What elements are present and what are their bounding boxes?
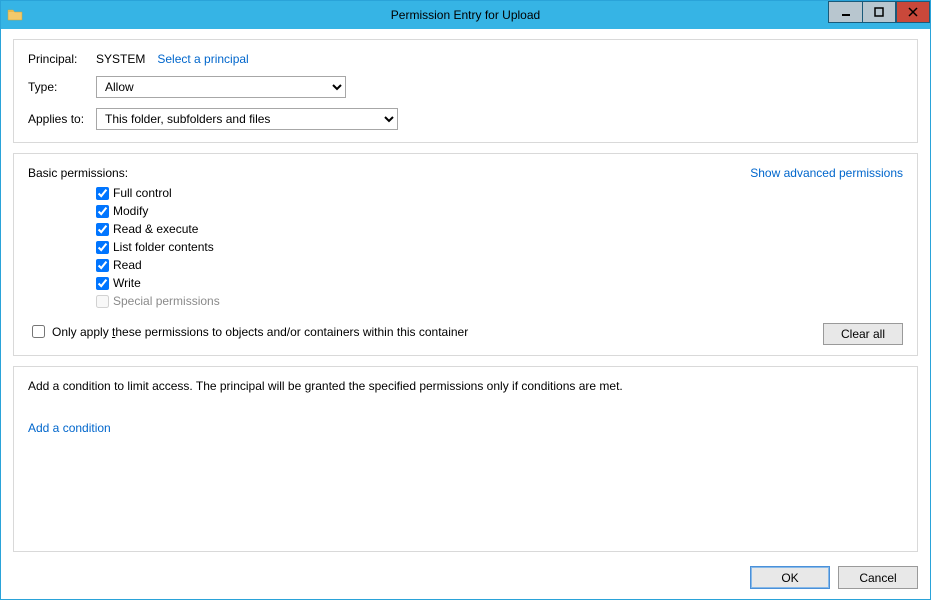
applies-to-label: Applies to: xyxy=(28,112,96,126)
permission-write[interactable]: Write xyxy=(96,276,903,290)
basic-permissions-label: Basic permissions: xyxy=(28,166,128,180)
only-apply-label: Only apply these permissions to objects … xyxy=(52,325,468,339)
clear-all-button[interactable]: Clear all xyxy=(823,323,903,345)
principal-value: SYSTEM xyxy=(96,52,145,66)
principal-panel: Principal: SYSTEM Select a principal Typ… xyxy=(13,39,918,143)
principal-label: Principal: xyxy=(28,52,96,66)
permission-special: Special permissions xyxy=(96,294,903,308)
permission-read-checkbox[interactable] xyxy=(96,259,109,272)
condition-description: Add a condition to limit access. The pri… xyxy=(28,379,903,393)
type-select[interactable]: Allow xyxy=(96,76,346,98)
permission-read-execute[interactable]: Read & execute xyxy=(96,222,903,236)
maximize-button[interactable] xyxy=(862,1,896,23)
permission-full-control[interactable]: Full control xyxy=(96,186,903,200)
permissions-panel: Basic permissions: Show advanced permiss… xyxy=(13,153,918,356)
permission-list-folder-checkbox[interactable] xyxy=(96,241,109,254)
permission-modify-checkbox[interactable] xyxy=(96,205,109,218)
condition-panel: Add a condition to limit access. The pri… xyxy=(13,366,918,552)
close-button[interactable] xyxy=(896,1,930,23)
only-apply-checkbox[interactable] xyxy=(32,325,45,338)
client-area: Principal: SYSTEM Select a principal Typ… xyxy=(1,29,930,560)
permission-read-execute-checkbox[interactable] xyxy=(96,223,109,236)
applies-to-select[interactable]: This folder, subfolders and files xyxy=(96,108,398,130)
permissions-list: Full control Modify Read & execute List … xyxy=(96,186,903,308)
select-principal-link[interactable]: Select a principal xyxy=(157,52,248,66)
titlebar: Permission Entry for Upload xyxy=(1,1,930,29)
folder-icon xyxy=(7,7,23,23)
minimize-button[interactable] xyxy=(828,1,862,23)
permission-list-folder[interactable]: List folder contents xyxy=(96,240,903,254)
window-controls xyxy=(828,1,930,29)
window-title: Permission Entry for Upload xyxy=(391,8,540,22)
permission-full-control-checkbox[interactable] xyxy=(96,187,109,200)
permission-read[interactable]: Read xyxy=(96,258,903,272)
show-advanced-permissions-link[interactable]: Show advanced permissions xyxy=(750,166,903,180)
permission-write-checkbox[interactable] xyxy=(96,277,109,290)
ok-button[interactable]: OK xyxy=(750,566,830,589)
type-label: Type: xyxy=(28,80,96,94)
add-condition-link[interactable]: Add a condition xyxy=(28,421,111,435)
permission-special-checkbox xyxy=(96,295,109,308)
cancel-button[interactable]: Cancel xyxy=(838,566,918,589)
permission-modify[interactable]: Modify xyxy=(96,204,903,218)
permission-entry-window: Permission Entry for Upload Principal: S… xyxy=(0,0,931,600)
dialog-footer: OK Cancel xyxy=(1,560,930,599)
